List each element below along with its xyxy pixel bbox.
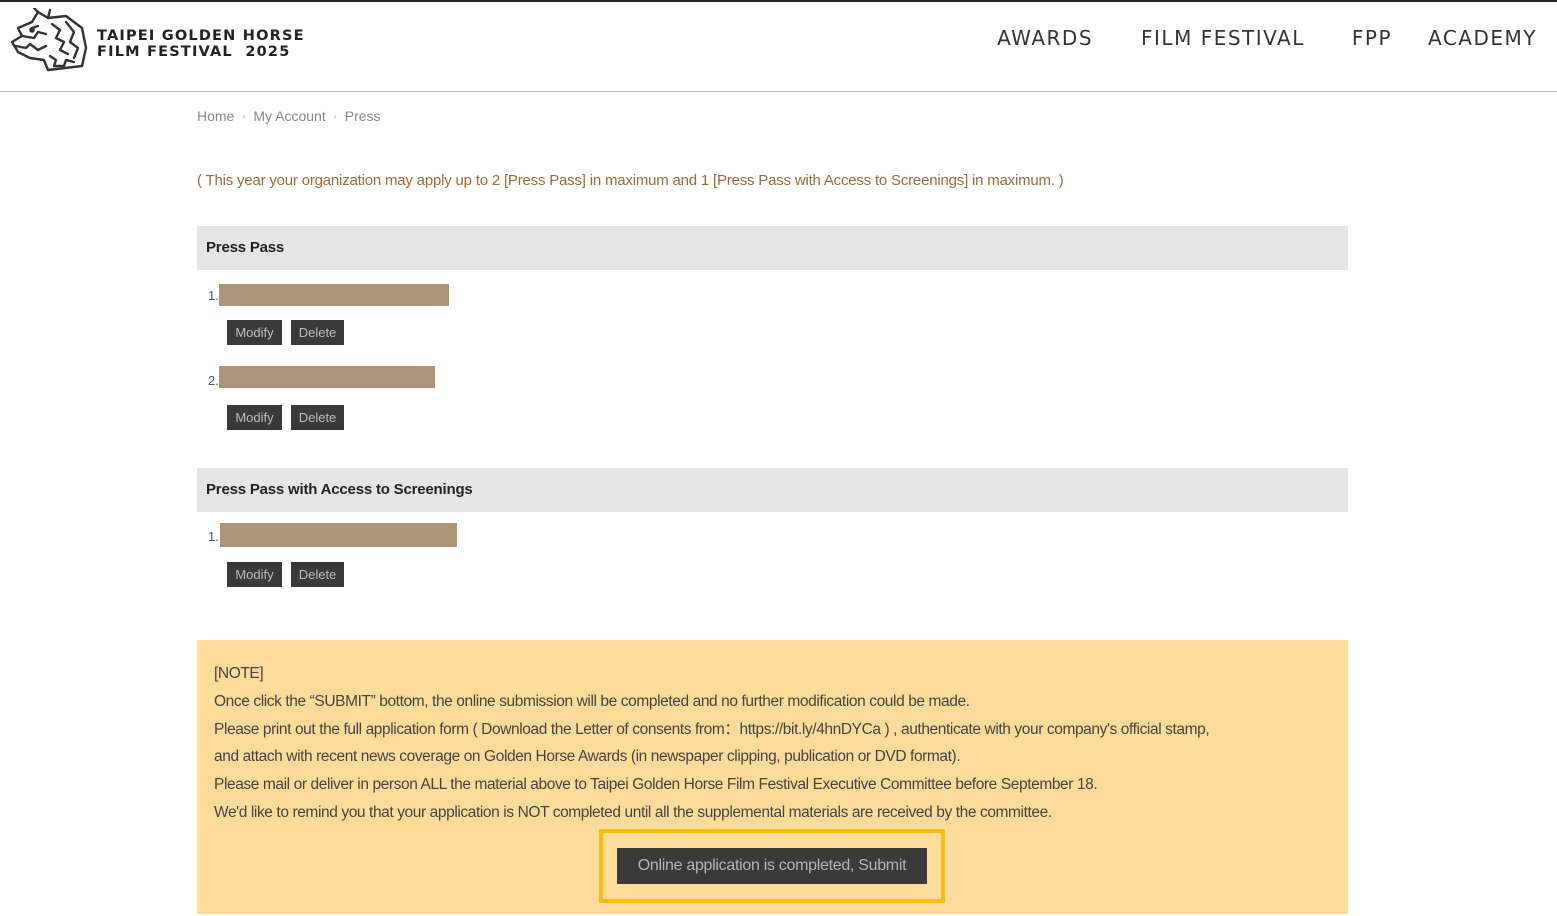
logo-line-2: FILM FESTIVAL 2025 xyxy=(97,44,291,60)
section-header-press-pass: Press Pass xyxy=(197,226,1348,270)
note-text: [NOTE] Once click the “SUBMIT” bottom, t… xyxy=(214,660,1210,827)
redacted-name xyxy=(220,523,457,547)
delete-button[interactable]: Delete xyxy=(291,320,344,345)
nav-film-festival[interactable]: FILM FESTIVAL xyxy=(1141,26,1305,50)
festival-logo-text[interactable]: TAIPEI GOLDEN HORSE FILM FESTIVAL 2025 xyxy=(97,28,305,60)
submit-button[interactable]: Online application is completed, Submit xyxy=(617,848,927,884)
note-line: Once click the “SUBMIT” bottom, the onli… xyxy=(214,692,970,710)
logo-line-1: TAIPEI GOLDEN HORSE xyxy=(97,28,305,44)
entry-number: 1. xyxy=(208,288,219,303)
breadcrumb-separator-icon: › xyxy=(242,111,246,121)
entry-number: 2. xyxy=(208,373,219,388)
golden-horse-logo-icon[interactable] xyxy=(8,8,90,72)
note-line: Please mail or deliver in person ALL the… xyxy=(214,776,1098,794)
breadcrumb-home[interactable]: Home xyxy=(197,108,234,124)
note-line: We'd like to remind you that your applic… xyxy=(214,803,1052,821)
delete-button[interactable]: Delete xyxy=(291,405,344,430)
entry-number: 1. xyxy=(208,529,219,544)
breadcrumb-current: Press xyxy=(344,108,381,124)
main-nav: AWARDS FILM FESTIVAL FPP ACADEMY xyxy=(997,26,1537,50)
redacted-name xyxy=(219,366,435,388)
site-header: TAIPEI GOLDEN HORSE FILM FESTIVAL 2025 A… xyxy=(0,2,1557,92)
note-heading: [NOTE] xyxy=(214,665,264,682)
nav-academy[interactable]: ACADEMY xyxy=(1428,26,1537,50)
nav-fpp[interactable]: FPP xyxy=(1352,26,1392,50)
note-box: [NOTE] Once click the “SUBMIT” bottom, t… xyxy=(197,640,1348,914)
modify-button[interactable]: Modify xyxy=(227,405,282,430)
nav-awards[interactable]: AWARDS xyxy=(997,26,1093,50)
breadcrumb: Home › My Account › Press xyxy=(197,108,381,124)
modify-button[interactable]: Modify xyxy=(227,562,282,587)
redacted-name xyxy=(219,284,449,306)
modify-button[interactable]: Modify xyxy=(227,320,282,345)
note-line: and attach with recent news coverage on … xyxy=(214,748,961,766)
breadcrumb-my-account[interactable]: My Account xyxy=(253,108,325,124)
note-line: Please print out the full application fo… xyxy=(214,720,1210,738)
delete-button[interactable]: Delete xyxy=(291,562,344,587)
application-limit-note: ( This year your organization may apply … xyxy=(197,172,1064,189)
section-header-press-pass-screenings: Press Pass with Access to Screenings xyxy=(197,468,1348,512)
breadcrumb-separator-icon: › xyxy=(333,111,337,121)
